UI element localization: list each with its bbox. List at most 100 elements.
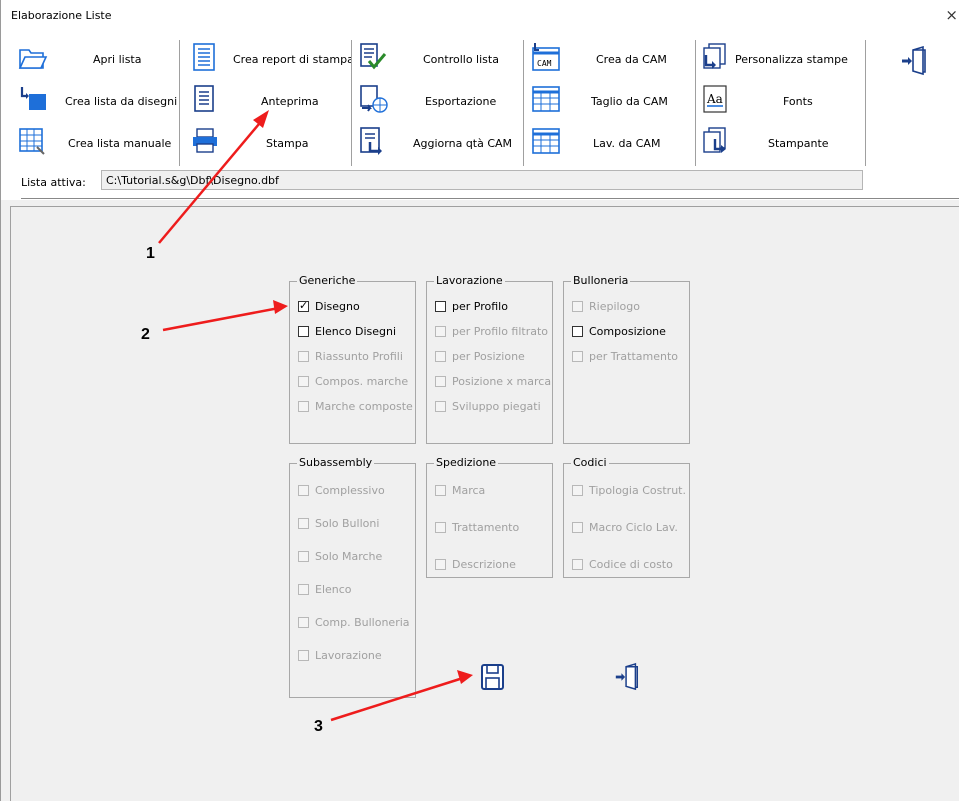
checkbox-label: Comp. Bulloneria [315,615,410,629]
update-cam-quantity-button[interactable]: Aggiorna qtà CAM [359,126,519,166]
checkbox-label: Marca [452,483,486,497]
create-manual-list-button[interactable]: Crea lista manuale [18,126,172,166]
cut-from-cam-button[interactable]: Taglio da CAM [531,84,691,124]
close-icon[interactable]: × [945,6,958,24]
export-button[interactable]: Esportazione [359,84,519,124]
save-disk-icon[interactable] [480,662,506,692]
arrow-2 [162,306,280,332]
custom-print-icon [703,43,726,69]
exit-door-icon[interactable] [613,662,641,692]
checkbox-per-profilo[interactable]: per Profilo [435,298,508,314]
check-mark-icon: ✓ [299,298,309,312]
checkbox-marca: Marca [435,482,485,498]
cam-cut-icon [532,86,560,112]
checkbox-label: Complessivo [315,483,385,497]
cut-from-cam-label: Taglio da CAM [591,95,668,108]
group-title: Generiche [297,274,358,288]
checkbox-label: Elenco [315,582,352,596]
create-from-cam-button[interactable]: CAM Crea da CAM [531,42,691,82]
preview-button[interactable]: Anteprima [191,84,346,124]
checkbox-label: per Posizione [452,349,525,363]
work-from-cam-button[interactable]: Lav. da CAM [531,126,691,166]
checkbox-label: Descrizione [452,557,516,571]
checkbox-tipologia-costrut-: Tipologia Costrut. [572,482,686,498]
checkbox-box [298,517,309,529]
checkbox-label: Trattamento [452,520,520,534]
print-label: Stampa [266,137,309,150]
checkbox-box [435,521,446,533]
select-printer-button[interactable]: Stampante [701,126,863,166]
checkbox-box [435,400,446,412]
preview-label: Anteprima [261,95,319,108]
checkbox-composizione[interactable]: Composizione [572,323,666,339]
fonts-label: Fonts [783,95,813,108]
checkbox-box [572,521,583,533]
checkbox-box [572,558,583,570]
exit-door-icon [902,46,926,76]
checkbox-box [298,616,309,628]
report-template-icon [193,43,215,71]
checkbox-riassunto-profili: Riassunto Profili [298,348,403,364]
preview-icon [194,85,214,112]
checkbox-sviluppo-piegati: Sviluppo piegati [435,398,541,414]
checkbox-box [435,484,446,496]
checkbox-box [435,350,446,362]
print-button[interactable]: Stampa [191,126,346,166]
checkbox-label: Macro Ciclo Lav. [589,520,678,534]
check-list-button[interactable]: Controllo lista [359,42,519,82]
checkbox-disegno[interactable]: ✓ Disegno [298,298,360,314]
fonts-button[interactable]: Aa Fonts [701,84,863,124]
check-list-label: Controllo lista [423,53,499,66]
checkbox-box[interactable] [298,325,309,337]
active-list-field: C:\Tutorial.s&g\Dbf\Disegno.dbf [101,170,863,190]
checkbox-box [435,325,446,337]
manual-list-icon [19,128,45,155]
checkbox-codice-di-costo: Codice di costo [572,556,673,572]
toolbar-separator [179,40,181,166]
create-print-report-button[interactable]: Crea report di stampa [191,42,354,82]
checkbox-trattamento: Trattamento [435,519,519,535]
checkbox-box [298,583,309,595]
create-print-report-label: Crea report di stampa [233,53,354,66]
checkbox-per-trattamento: per Trattamento [572,348,678,364]
customize-prints-button[interactable]: Personalizza stampe [701,42,863,82]
create-manual-list-label: Crea lista manuale [68,137,172,150]
create-list-from-drawings-label: Crea lista da disegni [65,95,178,108]
checkbox-elenco-disegni[interactable]: Elenco Disegni [298,323,396,339]
open-list-button[interactable]: Apri lista [18,42,168,82]
exit-toolbar-button[interactable] [899,46,939,86]
create-list-from-drawings-button[interactable]: Crea lista da disegni [18,84,177,124]
group-subassembly: Subassembly Complessivo Solo Bulloni Solo … [289,456,416,698]
checkbox-marche-composte: Marche composte [298,398,413,414]
checkbox-label: Solo Marche [315,549,383,563]
checkbox-box[interactable]: ✓ [298,298,309,312]
checkbox-box [298,350,309,362]
checkbox-label: per Trattamento [589,349,678,363]
toolbar-separator [523,40,525,166]
checkbox-box[interactable] [572,325,583,337]
select-printer-label: Stampante [768,137,829,150]
open-list-label: Apri lista [93,53,142,66]
group-title: Bulloneria [571,274,631,288]
printer-icon [193,128,217,153]
checkbox-per-posizione: per Posizione [435,348,525,364]
checkbox-label: per Profilo filtrato [452,324,549,338]
checkbox-posizione-x-marca: Posizione x marca [435,373,551,389]
group-generiche: Generiche ✓ Disegno Elenco Disegni Riassunt… [289,274,416,444]
group-codici: Codici Tipologia Costrut. Macro Ciclo Lav… [563,456,690,578]
window-title: Elaborazione Liste [11,9,112,22]
annotation-2: 2 [141,326,150,343]
checkbox-complessivo: Complessivo [298,482,385,498]
check-list-icon [360,43,387,70]
checkbox-box[interactable] [435,300,446,312]
checkbox-label: Marche composte [315,399,413,413]
checkbox-box [572,350,583,362]
create-from-cam-label: Crea da CAM [596,53,667,66]
active-list-label: Lista attiva: [21,176,86,189]
group-title: Lavorazione [434,274,505,288]
checkbox-macro-ciclo-lav-: Macro Ciclo Lav. [572,519,678,535]
checkbox-elenco: Elenco [298,581,352,597]
new-list-from-drawings-icon [20,87,46,110]
checkbox-label: Solo Bulloni [315,516,380,530]
checkbox-label: per Profilo [452,299,508,313]
